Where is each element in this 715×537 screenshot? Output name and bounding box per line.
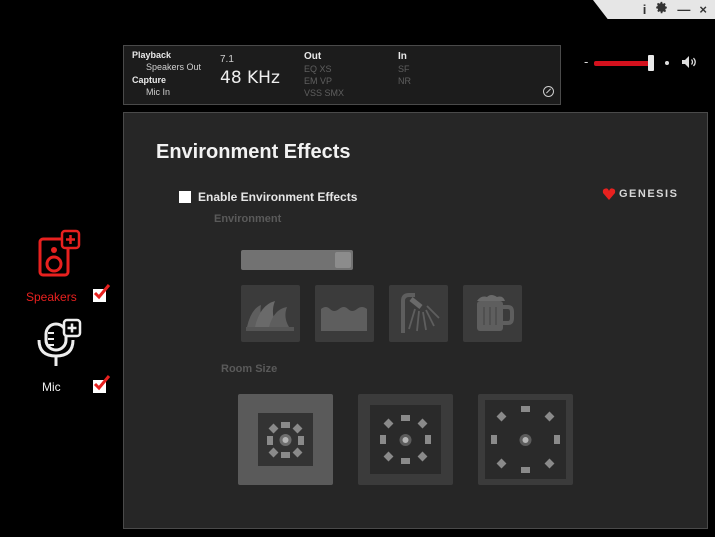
speaker-plus-icon[interactable] (38, 229, 82, 284)
capture-device: Mic In (146, 87, 171, 97)
opera-house-icon (246, 301, 294, 331)
volume-slider-handle[interactable] (648, 55, 654, 71)
genesis-heart-icon (602, 188, 616, 200)
out-effects-row3: VSS SMX (304, 88, 345, 98)
volume-dot (665, 61, 669, 65)
in-effects-row1: SF (398, 64, 410, 74)
bathroom-button[interactable] (389, 285, 448, 342)
clock-icon[interactable] (543, 86, 554, 97)
window-controls: i — × (593, 0, 715, 19)
page-title: Environment Effects (156, 141, 351, 163)
volume-slider-track[interactable] (594, 61, 651, 66)
genesis-brand-text: GENESIS (619, 188, 679, 200)
playback-title: Playback (132, 50, 172, 60)
enable-environment-checkbox[interactable] (179, 191, 191, 203)
water-icon (321, 307, 367, 331)
in-title: In (398, 51, 407, 62)
mic-label[interactable]: Mic (42, 380, 61, 394)
enable-environment-label[interactable]: Enable Environment Effects (198, 190, 357, 204)
minimize-button[interactable]: — (677, 0, 690, 19)
genesis-logo: GENESIS (602, 187, 678, 201)
large-room-icon (485, 400, 566, 479)
environment-label: Environment (214, 213, 282, 225)
out-effects-row2: EM VP (304, 76, 333, 86)
environment-dropdown[interactable] (241, 250, 353, 270)
pub-button[interactable] (463, 285, 522, 342)
room-size-medium-button[interactable] (358, 394, 453, 485)
in-effects-row2: NR (398, 76, 411, 86)
environment-effects-panel: Environment Effects Enable Environment E… (123, 112, 708, 529)
room-size-large-button[interactable] (478, 394, 573, 485)
gear-icon[interactable] (655, 0, 668, 19)
info-button[interactable]: i (643, 0, 647, 19)
microphone-plus-icon[interactable] (34, 318, 84, 373)
medium-room-icon (370, 405, 441, 474)
room-size-label: Room Size (221, 363, 278, 375)
speakers-checkbox[interactable] (93, 284, 111, 302)
sample-rate: 48 KHz (220, 68, 280, 88)
channel-mode: 7.1 (220, 54, 234, 65)
opera-house-button[interactable] (241, 285, 300, 342)
speaker-volume-icon[interactable] (681, 55, 699, 74)
out-effects-row1: EQ XS (304, 64, 332, 74)
speakers-label[interactable]: Speakers (26, 290, 77, 304)
device-info-panel: Playback Speakers Out Capture Mic In 7.1… (123, 45, 561, 105)
dropdown-arrow-icon[interactable] (335, 252, 351, 268)
underwater-button[interactable] (315, 285, 374, 342)
beer-mug-icon (477, 295, 514, 331)
mic-checkbox[interactable] (93, 375, 111, 393)
shower-icon (401, 293, 440, 333)
capture-title: Capture (132, 75, 167, 85)
volume-minus-label: - (584, 54, 589, 69)
out-title: Out (304, 51, 322, 62)
close-button[interactable]: × (699, 0, 707, 19)
small-room-icon (258, 413, 313, 466)
room-size-small-button[interactable] (238, 394, 333, 485)
playback-device: Speakers Out (146, 62, 202, 72)
